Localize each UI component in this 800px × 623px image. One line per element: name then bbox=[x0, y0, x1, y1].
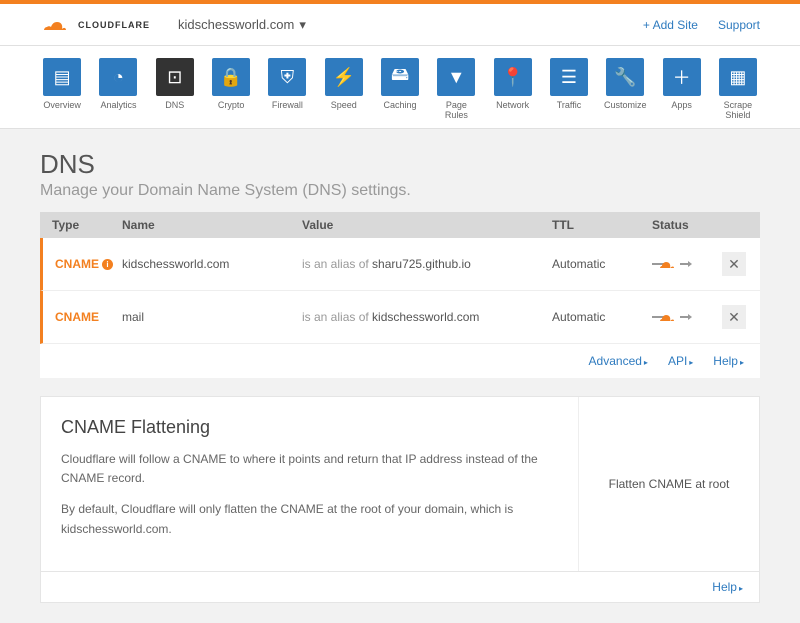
col-type: Type bbox=[52, 218, 122, 232]
col-ttl: TTL bbox=[552, 218, 652, 232]
nav-overview[interactable]: ▤ Overview bbox=[40, 58, 84, 120]
record-value: is an alias of sharu725.github.io bbox=[302, 257, 552, 271]
support-link[interactable]: Support bbox=[718, 18, 760, 32]
record-ttl: Automatic bbox=[552, 257, 652, 271]
nav-label: Overview bbox=[43, 100, 81, 110]
nav-icon: 🔒 bbox=[212, 58, 250, 96]
table-row[interactable]: CNAME ikidschessworld.comis an alias of … bbox=[40, 238, 760, 291]
nav-label: Page Rules bbox=[434, 100, 478, 120]
proxy-status-toggle[interactable] bbox=[652, 309, 722, 325]
col-status: Status bbox=[652, 218, 732, 232]
nav-network[interactable]: 📍 Network bbox=[491, 58, 535, 120]
record-type: CNAME bbox=[55, 310, 122, 324]
nav-customize[interactable]: 🔧 Customize bbox=[603, 58, 647, 120]
flattening-p2: By default, Cloudflare will only flatten… bbox=[61, 500, 558, 538]
nav-scrape-shield[interactable]: ▦ Scrape Shield bbox=[716, 58, 760, 120]
advanced-link[interactable]: Advanced▸ bbox=[589, 354, 648, 368]
record-type: CNAME i bbox=[55, 257, 122, 271]
flattening-p1: Cloudflare will follow a CNAME to where … bbox=[61, 450, 558, 488]
logo[interactable]: CLOUDFLARE bbox=[40, 15, 150, 35]
nav-icon: ⊡ bbox=[156, 58, 194, 96]
nav-icon: ▦ bbox=[719, 58, 757, 96]
nav-icon: ⛨ bbox=[268, 58, 306, 96]
nav-label: Firewall bbox=[272, 100, 303, 110]
record-name: kidschessworld.com bbox=[122, 257, 302, 271]
nav-traffic[interactable]: ☰ Traffic bbox=[547, 58, 591, 120]
nav-speed[interactable]: ⚡ Speed bbox=[322, 58, 366, 120]
info-icon[interactable]: i bbox=[102, 259, 113, 270]
nav-dns[interactable]: ⊡ DNS bbox=[153, 58, 197, 120]
col-name: Name bbox=[122, 218, 302, 232]
delete-button[interactable]: ✕ bbox=[722, 305, 746, 329]
nav-label: Analytics bbox=[100, 100, 136, 110]
nav-analytics[interactable]: ◔ Analytics bbox=[96, 58, 140, 120]
flattening-title: CNAME Flattening bbox=[61, 417, 558, 438]
cname-flattening-panel: CNAME Flattening Cloudflare will follow … bbox=[40, 396, 760, 572]
nav-icon: ◔ bbox=[99, 58, 137, 96]
nav-icon: ＋ bbox=[663, 58, 701, 96]
header: CLOUDFLARE kidschessworld.com ▾ + Add Si… bbox=[0, 4, 800, 46]
nav-label: Crypto bbox=[218, 100, 245, 110]
domain-name: kidschessworld.com bbox=[178, 17, 294, 32]
nav-icon: 🖴 bbox=[381, 58, 419, 96]
add-site-link[interactable]: + Add Site bbox=[643, 18, 698, 32]
nav-firewall[interactable]: ⛨ Firewall bbox=[265, 58, 309, 120]
nav-icon: ⚡ bbox=[325, 58, 363, 96]
col-value: Value bbox=[302, 218, 552, 232]
nav-caching[interactable]: 🖴 Caching bbox=[378, 58, 422, 120]
flattening-footer: Help▸ bbox=[40, 572, 760, 603]
flattening-help-link[interactable]: Help▸ bbox=[712, 580, 743, 594]
nav-label: Network bbox=[496, 100, 529, 110]
nav-crypto[interactable]: 🔒 Crypto bbox=[209, 58, 253, 120]
nav-apps[interactable]: ＋ Apps bbox=[659, 58, 703, 120]
cloudflare-logo-icon bbox=[40, 15, 72, 35]
nav-label: Scrape Shield bbox=[716, 100, 760, 120]
table-footer: Advanced▸ API▸ Help▸ bbox=[40, 344, 760, 378]
page-title: DNS bbox=[40, 149, 760, 180]
table-row[interactable]: CNAMEmailis an alias of kidschessworld.c… bbox=[40, 291, 760, 344]
nav-page-rules[interactable]: ▼ Page Rules bbox=[434, 58, 478, 120]
nav-icon: ▤ bbox=[43, 58, 81, 96]
nav-label: Customize bbox=[604, 100, 647, 110]
nav-label: Speed bbox=[331, 100, 357, 110]
api-link[interactable]: API▸ bbox=[668, 354, 693, 368]
page-subtitle: Manage your Domain Name System (DNS) set… bbox=[40, 182, 760, 200]
nav-label: Caching bbox=[384, 100, 417, 110]
nav-label: Apps bbox=[671, 100, 692, 110]
nav-label: DNS bbox=[165, 100, 184, 110]
record-name: mail bbox=[122, 310, 302, 324]
nav-bar: ▤ Overview ◔ Analytics ⊡ DNS 🔒 Crypto ⛨ Firewall ⚡… bbox=[0, 46, 800, 129]
nav-icon: ☰ bbox=[550, 58, 588, 96]
nav-icon: 🔧 bbox=[606, 58, 644, 96]
nav-icon: 📍 bbox=[494, 58, 532, 96]
nav-icon: ▼ bbox=[437, 58, 475, 96]
chevron-down-icon: ▾ bbox=[299, 17, 306, 33]
record-ttl: Automatic bbox=[552, 310, 652, 324]
delete-button[interactable]: ✕ bbox=[722, 252, 746, 276]
help-link[interactable]: Help▸ bbox=[713, 354, 744, 368]
nav-label: Traffic bbox=[557, 100, 582, 110]
proxy-status-toggle[interactable] bbox=[652, 256, 722, 272]
domain-selector[interactable]: kidschessworld.com ▾ bbox=[178, 17, 306, 33]
brand-text: CLOUDFLARE bbox=[78, 20, 150, 30]
table-header: Type Name Value TTL Status bbox=[40, 212, 760, 238]
record-value: is an alias of kidschessworld.com bbox=[302, 310, 552, 324]
flattening-mode[interactable]: Flatten CNAME at root bbox=[579, 397, 759, 571]
